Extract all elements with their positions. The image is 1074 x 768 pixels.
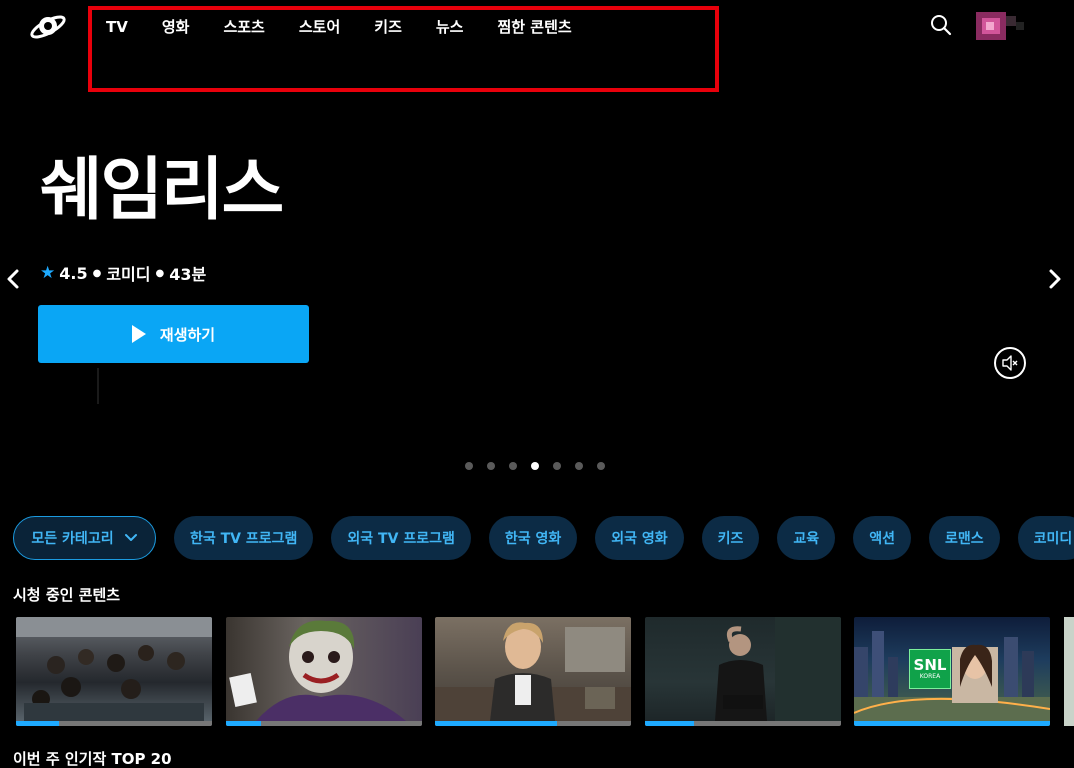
progress-bar xyxy=(854,721,1050,726)
progress-bar xyxy=(225,721,422,726)
carousel-dot[interactable] xyxy=(509,462,517,470)
progress-bar xyxy=(435,721,631,726)
hero-divider xyxy=(97,368,99,404)
carousel-dot[interactable] xyxy=(553,462,561,470)
chevron-down-icon xyxy=(124,534,137,541)
nav-store[interactable]: 스토어 xyxy=(299,16,340,37)
nav-wishlist[interactable]: 찜한 콘텐츠 xyxy=(497,16,571,37)
meta-separator: ● xyxy=(155,267,165,279)
progress-bar xyxy=(16,721,212,726)
main-nav: TV 영화 스포츠 스토어 키즈 뉴스 찜한 콘텐츠 xyxy=(106,16,606,37)
chip-comedy[interactable]: 코미디 xyxy=(1017,516,1074,560)
category-chips: 모든 카테고리 한국 TV 프로그램 외국 TV 프로그램 한국 영화 외국 영… xyxy=(13,516,1074,560)
carousel-dot[interactable] xyxy=(597,462,605,470)
popular-section-title: 이번 주 인기작 TOP 20 xyxy=(13,750,172,768)
carousel-dot[interactable] xyxy=(465,462,473,470)
chip-action[interactable]: 액션 xyxy=(853,516,911,560)
nav-news[interactable]: 뉴스 xyxy=(436,16,464,37)
thumbnail-image xyxy=(228,620,406,721)
hero-title: 쉐임리스 xyxy=(40,151,284,230)
nav-sports[interactable]: 스포츠 xyxy=(223,16,264,37)
mute-button[interactable] xyxy=(994,347,1026,379)
chip-education[interactable]: 교육 xyxy=(777,516,836,560)
carousel-dot[interactable] xyxy=(531,462,539,470)
chevron-right-icon[interactable] xyxy=(1042,264,1068,294)
search-icon[interactable] xyxy=(930,14,952,36)
thumbnail-image xyxy=(435,622,631,721)
chip-foreign-movie[interactable]: 외국 영화 xyxy=(595,516,684,560)
star-icon: ★ xyxy=(40,263,56,283)
thumbnail-image xyxy=(714,617,841,721)
nav-movies[interactable]: 영화 xyxy=(162,16,190,37)
nav-tv[interactable]: TV xyxy=(106,18,128,36)
thumbnail-image xyxy=(854,631,1050,721)
carousel-dot[interactable] xyxy=(487,462,495,470)
profile-avatar[interactable] xyxy=(972,10,1030,42)
play-icon xyxy=(131,325,146,343)
chip-korean-tv[interactable]: 한국 TV 프로그램 xyxy=(174,516,314,560)
play-button-label: 재생하기 xyxy=(159,325,216,344)
content-card[interactable]: SNL KOREA xyxy=(854,617,1050,726)
chip-korean-movie[interactable]: 한국 영화 xyxy=(488,516,578,560)
badge-subtitle: KOREA xyxy=(919,673,941,680)
carousel-dot[interactable] xyxy=(575,462,583,470)
progress-bar xyxy=(644,721,841,726)
content-card[interactable] xyxy=(225,617,422,726)
category-dropdown[interactable]: 모든 카테고리 xyxy=(13,516,156,560)
carousel-pagination xyxy=(465,462,619,470)
nav-kids[interactable]: 키즈 xyxy=(374,16,402,37)
content-card[interactable] xyxy=(16,617,212,726)
hero-rating: 4.5 xyxy=(59,263,88,283)
snl-badge: SNL KOREA xyxy=(909,649,951,689)
category-dropdown-label: 모든 카테고리 xyxy=(31,531,114,547)
watching-row: SNL KOREA xyxy=(16,617,1064,726)
meta-separator: ● xyxy=(92,267,102,279)
watching-section-title: 시청 중인 콘텐츠 xyxy=(13,586,121,604)
content-card[interactable] xyxy=(435,617,631,726)
content-card-peek[interactable] xyxy=(1064,617,1074,726)
content-card[interactable] xyxy=(644,617,841,726)
hero-genre: 코미디 xyxy=(106,265,151,284)
badge-title: SNL xyxy=(913,656,947,674)
chip-foreign-tv[interactable]: 외국 TV 프로그램 xyxy=(331,516,471,560)
chip-kids[interactable]: 키즈 xyxy=(701,516,760,560)
logo-icon[interactable] xyxy=(28,10,68,42)
play-button[interactable]: 재생하기 xyxy=(38,305,309,363)
hero-duration: 43분 xyxy=(169,265,207,284)
chevron-left-icon[interactable] xyxy=(0,264,26,294)
hero-meta: ★ 4.5 ● 코미디 ● 43분 xyxy=(40,261,206,285)
chip-romance[interactable]: 로맨스 xyxy=(928,516,1000,560)
speaker-muted-icon xyxy=(1002,355,1018,371)
thumbnail-image xyxy=(16,617,212,721)
